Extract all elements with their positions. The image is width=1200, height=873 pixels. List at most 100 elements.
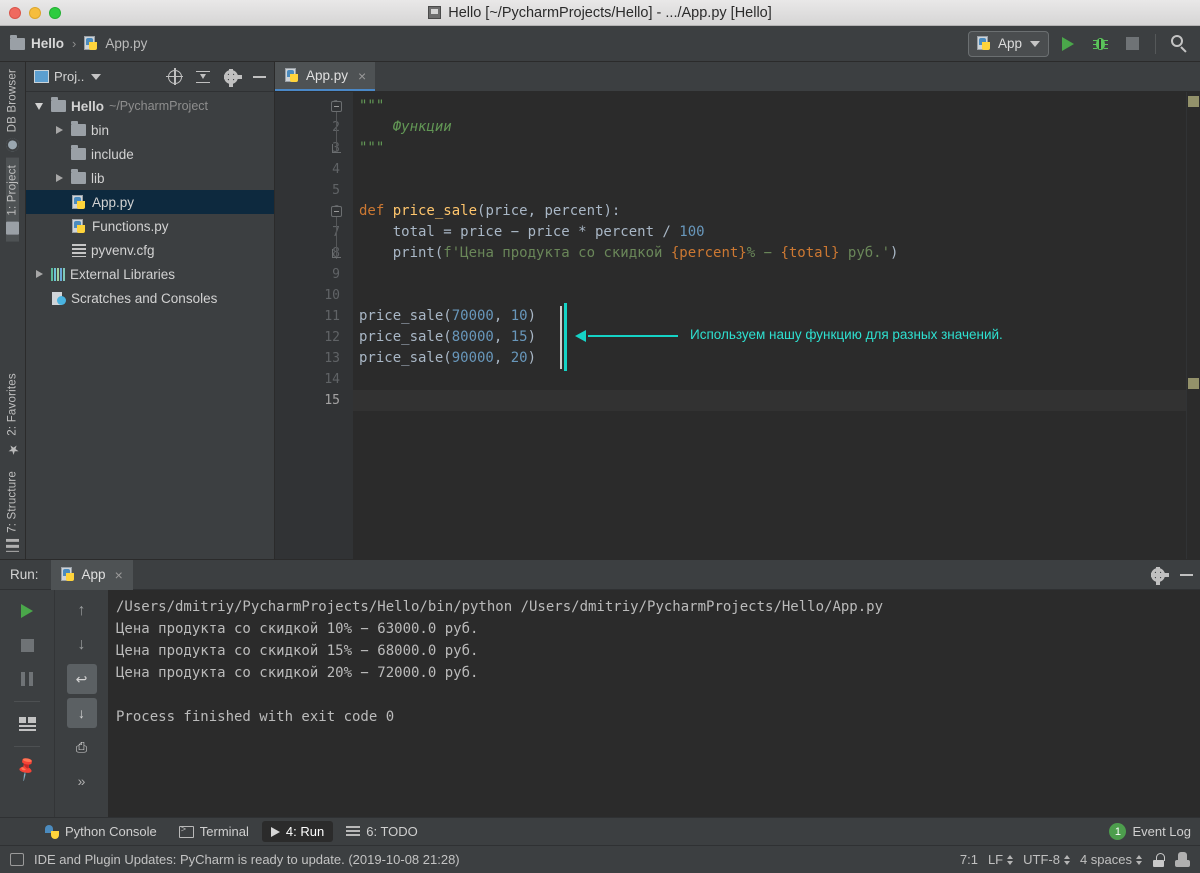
tree-node-functions-py[interactable]: Functions.py bbox=[26, 214, 274, 238]
stop-button[interactable] bbox=[1119, 31, 1145, 57]
run-tab-app[interactable]: App × bbox=[50, 559, 133, 590]
tree-node-bin[interactable]: bin bbox=[26, 118, 274, 142]
event-log-button[interactable]: 1 Event Log bbox=[1100, 820, 1200, 843]
code-token: , bbox=[493, 308, 511, 324]
fold-end-function-icon[interactable] bbox=[332, 249, 341, 258]
tree-node-include[interactable]: include bbox=[26, 142, 274, 166]
scroll-to-end-icon: ↓ bbox=[78, 705, 85, 721]
hide-project-button[interactable] bbox=[248, 66, 270, 88]
breadcrumb-separator: › bbox=[72, 36, 77, 51]
toolbar-divider bbox=[14, 701, 40, 702]
fold-collapse-function-icon[interactable] bbox=[331, 206, 342, 217]
caret-position[interactable]: 7:1 bbox=[960, 852, 978, 867]
indent-selector[interactable]: 4 spaces bbox=[1080, 852, 1142, 867]
console-line: Цена продукта со скидкой 15% − 68000.0 р… bbox=[116, 643, 479, 659]
line-number: 10 bbox=[324, 288, 340, 303]
breadcrumb-hello[interactable]: Hello bbox=[10, 34, 64, 51]
scroll-down-button[interactable]: ↓ bbox=[67, 630, 97, 660]
editor-gutter[interactable]: 1 2 3 4 5 6 7 8 9 10 11 12 13 14 15 bbox=[275, 92, 353, 559]
print-button[interactable]: ⎙ bbox=[67, 732, 97, 762]
collapse-all-button[interactable] bbox=[192, 66, 214, 88]
tree-node-scratches[interactable]: Scratches and Consoles bbox=[26, 286, 274, 310]
scroll-up-button[interactable]: ↑ bbox=[67, 596, 97, 626]
tab-terminal[interactable]: Terminal bbox=[170, 821, 258, 842]
select-opened-file-button[interactable] bbox=[164, 66, 186, 88]
code-editor[interactable]: 1 2 3 4 5 6 7 8 9 10 11 12 13 14 15 bbox=[275, 92, 1200, 559]
console-line: Цена продукта со скидкой 10% − 63000.0 р… bbox=[116, 621, 479, 637]
layout-settings-button[interactable] bbox=[12, 709, 42, 739]
twisty-collapsed-icon[interactable] bbox=[32, 270, 46, 278]
stop-process-button[interactable] bbox=[12, 630, 42, 660]
code-token: f'Цена продукта со скидкой bbox=[443, 245, 671, 261]
soft-wrap-button[interactable]: ↩ bbox=[66, 664, 97, 694]
pause-output-button[interactable] bbox=[12, 664, 42, 694]
more-actions-button[interactable]: » bbox=[67, 766, 97, 796]
db-browser-icon bbox=[6, 138, 19, 152]
minimize-icon bbox=[252, 75, 266, 78]
run-console-output[interactable]: /Users/dmitriy/PycharmProjects/Hello/bin… bbox=[108, 590, 1200, 817]
tree-node-lib[interactable]: lib bbox=[26, 166, 274, 190]
tree-node-external-libraries[interactable]: External Libraries bbox=[26, 262, 274, 286]
tab-todo[interactable]: 6: TODO bbox=[337, 821, 427, 842]
tree-node-functions-py-label: Functions.py bbox=[92, 218, 169, 234]
close-icon[interactable]: × bbox=[115, 567, 123, 583]
window-title-text: Hello [~/PycharmProjects/Hello] - .../Ap… bbox=[448, 4, 772, 21]
soft-wrap-icon: ↩ bbox=[75, 671, 88, 687]
event-log-badge: 1 bbox=[1109, 823, 1127, 840]
unlocked-icon[interactable] bbox=[1152, 852, 1165, 867]
tree-node-pyvenv-cfg[interactable]: pyvenv.cfg bbox=[26, 238, 274, 262]
window-controls[interactable] bbox=[0, 6, 61, 19]
minimize-icon bbox=[1179, 573, 1193, 576]
editor-marker-gutter[interactable] bbox=[1186, 92, 1200, 559]
person-icon[interactable] bbox=[1175, 852, 1190, 867]
code-text[interactable]: """ Функции """ def price_sale(price, pe… bbox=[353, 92, 1186, 559]
minimize-window-button[interactable] bbox=[29, 6, 41, 19]
line-number: 9 bbox=[332, 267, 340, 282]
scroll-to-end-button[interactable]: ↓ bbox=[66, 698, 97, 728]
fold-end-docstring-icon[interactable] bbox=[332, 144, 341, 153]
sidebar-item-project[interactable]: 1: Project bbox=[6, 158, 19, 242]
run-button[interactable] bbox=[1055, 31, 1081, 57]
run-configuration-selector[interactable]: App bbox=[967, 30, 1049, 57]
sidebar-item-db-browser[interactable]: DB Browser bbox=[6, 62, 19, 158]
encoding-selector[interactable]: UTF-8 bbox=[1023, 852, 1070, 867]
sidebar-item-favorites[interactable]: ★ 2: Favorites bbox=[5, 366, 20, 464]
tab-run[interactable]: 4: Run bbox=[261, 821, 334, 842]
play-icon bbox=[21, 604, 33, 618]
search-everywhere-button[interactable] bbox=[1166, 31, 1192, 57]
run-side-toolbar-2: ↑ ↓ ↩ ↓ ⎙ » bbox=[55, 590, 108, 817]
project-panel-title[interactable]: Proj.. bbox=[34, 69, 102, 84]
close-icon[interactable]: × bbox=[358, 68, 366, 84]
text-caret bbox=[560, 348, 562, 369]
rerun-button[interactable] bbox=[12, 596, 42, 626]
project-tree[interactable]: Hello ~/PycharmProject bin include lib A… bbox=[26, 92, 274, 559]
tab-app-py[interactable]: App.py × bbox=[275, 62, 376, 91]
sidebar-item-structure[interactable]: 7: Structure bbox=[6, 464, 19, 559]
run-tab-app-label: App bbox=[81, 567, 106, 582]
close-window-button[interactable] bbox=[9, 6, 21, 19]
pin-icon: 📌 bbox=[12, 754, 41, 783]
twisty-collapsed-icon[interactable] bbox=[52, 126, 66, 134]
marker-warning[interactable] bbox=[1188, 378, 1199, 389]
fold-collapse-docstring-icon[interactable] bbox=[331, 101, 342, 112]
hide-run-button[interactable] bbox=[1172, 561, 1200, 589]
project-settings-button[interactable] bbox=[220, 66, 242, 88]
debug-button[interactable] bbox=[1087, 31, 1113, 57]
tab-python-console[interactable]: Python Console bbox=[36, 821, 166, 842]
twisty-expanded-icon[interactable] bbox=[32, 102, 46, 110]
code-token: 90000 bbox=[451, 350, 494, 366]
tree-node-app-py[interactable]: App.py bbox=[26, 190, 274, 214]
breadcrumb-app-py[interactable]: App.py bbox=[84, 36, 147, 51]
left-tool-strip: DB Browser 1: Project ★ 2: Favorites 7: … bbox=[0, 62, 26, 559]
maximize-window-button[interactable] bbox=[49, 6, 61, 19]
run-settings-button[interactable] bbox=[1144, 561, 1172, 589]
pin-tab-button[interactable]: 📌 bbox=[12, 754, 42, 784]
tree-node-hello[interactable]: Hello ~/PycharmProject bbox=[26, 94, 274, 118]
line-separator-selector[interactable]: LF bbox=[988, 852, 1014, 867]
python-file-icon bbox=[285, 68, 300, 83]
notification-icon[interactable] bbox=[10, 853, 24, 866]
code-token: total = price − price * percent / bbox=[359, 224, 680, 240]
twisty-collapsed-icon[interactable] bbox=[52, 174, 66, 182]
marker-warning[interactable] bbox=[1188, 96, 1199, 107]
